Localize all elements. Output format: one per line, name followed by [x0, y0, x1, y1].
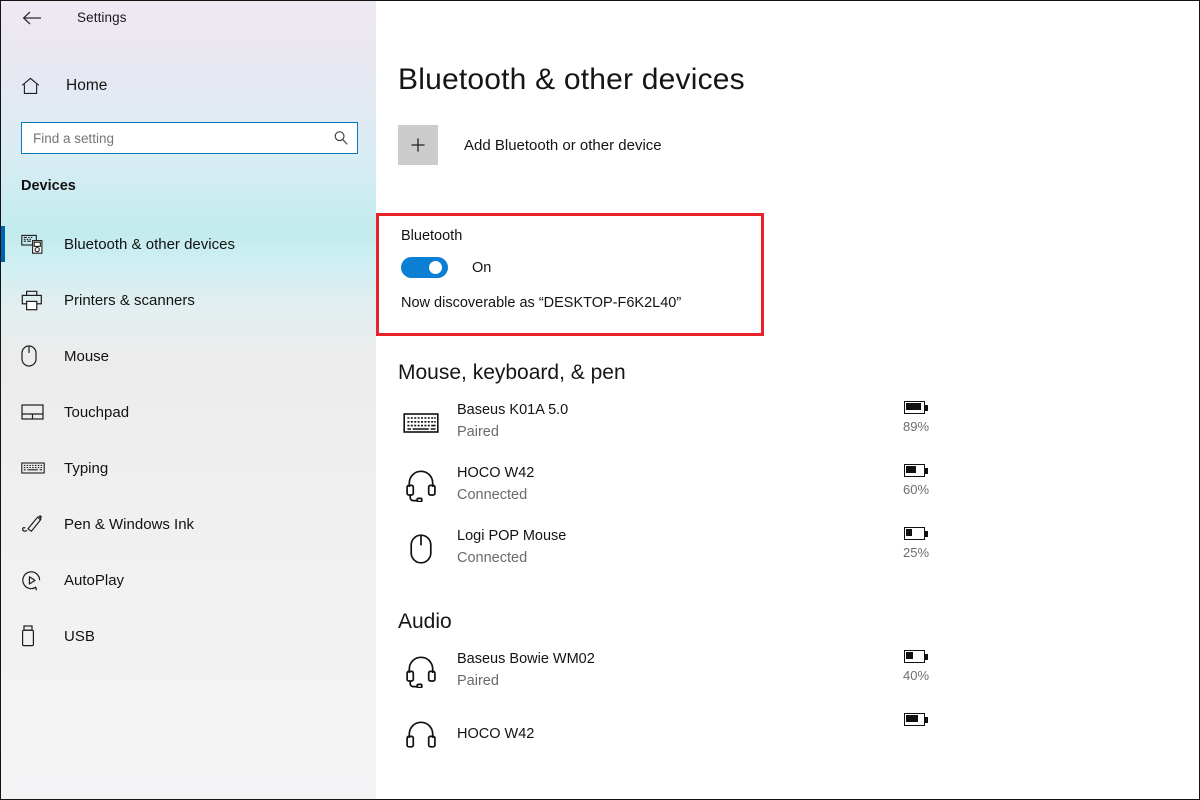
sidebar-item-label: Typing: [64, 459, 109, 477]
bluetooth-toggle[interactable]: [401, 257, 448, 278]
plus-icon: [398, 125, 438, 165]
keyboard-icon: [21, 461, 49, 475]
title-bar: Settings: [1, 1, 376, 34]
battery-percent: 89%: [902, 419, 930, 434]
bluetooth-label: Bluetooth: [401, 228, 463, 244]
device-row[interactable]: HOCO W42 Connected 60%: [398, 454, 929, 517]
bluetooth-devices-icon: [21, 234, 49, 254]
touchpad-icon: [21, 404, 49, 420]
search-box[interactable]: [21, 122, 358, 154]
device-name: Baseus K01A 5.0: [457, 402, 569, 418]
sidebar-item-label: Mouse: [64, 347, 110, 365]
mouse-icon: [21, 345, 49, 367]
bluetooth-discoverable-text: Now discoverable as “DESKTOP-F6K2L40”: [401, 295, 682, 311]
home-icon: [21, 77, 51, 95]
main-content: Bluetooth & other devices Add Bluetooth …: [376, 1, 1199, 799]
device-text: HOCO W42 Connected: [457, 464, 534, 507]
battery-percent: 40%: [902, 668, 930, 683]
sidebar-item-label: USB: [64, 627, 95, 645]
window-title: Settings: [77, 10, 127, 25]
sidebar-item-touchpad[interactable]: Touchpad: [1, 384, 376, 440]
sidebar-item-label: Printers & scanners: [64, 291, 195, 309]
device-row[interactable]: Baseus K01A 5.0 Paired 89%: [398, 391, 929, 454]
usb-icon: [21, 625, 49, 647]
device-group-title: Audio: [398, 610, 452, 633]
battery-indicator: 89%: [886, 401, 946, 434]
sidebar-item-typing[interactable]: Typing: [1, 440, 376, 496]
sidebar-nav: Bluetooth & other devices Printers & sca…: [1, 216, 376, 664]
sidebar-item-pen-windows-ink[interactable]: Pen & Windows Ink: [1, 496, 376, 552]
device-status: Connected: [457, 487, 528, 503]
back-arrow-icon[interactable]: [19, 7, 45, 29]
settings-window: Settings Home Devices: [0, 0, 1200, 800]
sidebar-section-label: Devices: [21, 178, 76, 194]
sidebar-item-mouse[interactable]: Mouse: [1, 328, 376, 384]
add-device-button[interactable]: Add Bluetooth or other device: [398, 125, 1199, 165]
search-icon[interactable]: [329, 130, 349, 146]
pen-icon: [21, 514, 49, 534]
device-group: Audio Baseus Bowie WM02 Paired 40% HOCO W42: [398, 610, 1199, 766]
battery-indicator: 40%: [886, 650, 946, 683]
sidebar-item-label: Touchpad: [64, 403, 130, 421]
sidebar-item-label: Bluetooth & other devices: [64, 235, 235, 253]
headset-icon: [398, 652, 444, 692]
mouse-icon: [398, 529, 444, 569]
headphones-icon: [398, 715, 444, 755]
device-group: Mouse, keyboard, & pen Baseus K01A 5.0 Pai…: [398, 361, 1199, 580]
device-row[interactable]: Baseus Bowie WM02 Paired 40%: [398, 640, 929, 703]
toggle-knob: [429, 261, 442, 274]
device-name: Logi POP Mouse: [457, 528, 567, 544]
battery-percent: 60%: [902, 482, 930, 497]
printer-icon: [21, 290, 49, 311]
sidebar-item-label: Pen & Windows Ink: [64, 515, 195, 533]
device-status: Connected: [457, 550, 528, 566]
search-input[interactable]: [33, 130, 329, 146]
battery-icon: [904, 527, 928, 540]
keyboard-icon: [398, 403, 444, 443]
device-name: HOCO W42: [457, 465, 535, 481]
device-text: Logi POP Mouse Connected: [457, 527, 566, 570]
battery-icon: [904, 650, 928, 663]
autoplay-icon: [21, 570, 49, 591]
battery-icon: [904, 713, 928, 726]
sidebar-item-label: AutoPlay: [64, 571, 125, 589]
device-status: Paired: [457, 424, 499, 440]
device-name: HOCO W42: [457, 726, 535, 742]
page-title: Bluetooth & other devices: [398, 63, 745, 96]
sidebar-item-usb[interactable]: USB: [1, 608, 376, 664]
sidebar-item-home[interactable]: Home: [1, 64, 376, 108]
battery-indicator: 60%: [886, 464, 946, 497]
sidebar-item-printers-scanners[interactable]: Printers & scanners: [1, 272, 376, 328]
battery-percent: 25%: [902, 545, 930, 560]
device-groups: Mouse, keyboard, & pen Baseus K01A 5.0 Pai…: [376, 361, 1199, 766]
battery-indicator: 25%: [886, 527, 946, 560]
headset-icon: [398, 466, 444, 506]
sidebar-item-bluetooth-other-devices[interactable]: Bluetooth & other devices: [1, 216, 376, 272]
sidebar-home-label: Home: [66, 77, 108, 94]
sidebar: Settings Home Devices: [1, 1, 376, 799]
battery-icon: [904, 401, 928, 414]
battery-indicator: [886, 713, 946, 726]
device-text: Baseus Bowie WM02 Paired: [457, 650, 595, 693]
battery-icon: [904, 464, 928, 477]
device-row[interactable]: HOCO W42: [398, 703, 928, 766]
bluetooth-toggle-highlight: Bluetooth On Now discoverable as “DESKTO…: [376, 213, 764, 336]
device-status: Paired: [457, 673, 499, 689]
sidebar-item-autoplay[interactable]: AutoPlay: [1, 552, 376, 608]
device-row[interactable]: Logi POP Mouse Connected 25%: [398, 517, 929, 580]
device-text: HOCO W42: [457, 725, 534, 744]
bluetooth-toggle-state: On: [472, 259, 492, 276]
device-group-title: Mouse, keyboard, & pen: [398, 361, 626, 384]
device-name: Baseus Bowie WM02: [457, 651, 595, 667]
device-text: Baseus K01A 5.0 Paired: [457, 401, 568, 444]
add-device-label: Add Bluetooth or other device: [464, 136, 662, 154]
